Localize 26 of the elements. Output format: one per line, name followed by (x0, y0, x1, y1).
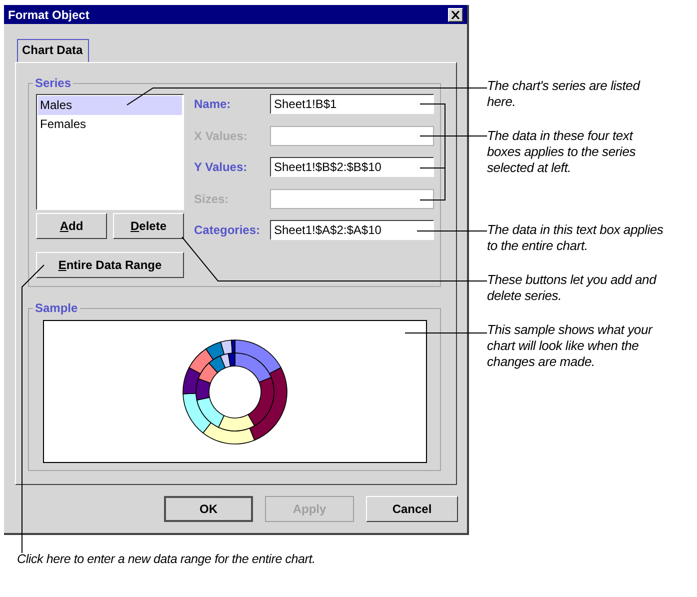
callout-text: This sample shows what your chart will look like when the changes are made. (487, 322, 654, 370)
input-field[interactable]: Sheet1!$B$2:$B$10 (270, 157, 434, 177)
callout-text: These buttons let you add and delete series. (487, 272, 658, 304)
input-field[interactable]: Sheet1!B$1 (270, 94, 434, 114)
input-field[interactable]: Sheet1!$A$2:$A$10 (270, 220, 434, 240)
field-label: Y Values: (194, 160, 248, 174)
series-button[interactable]: Add (36, 213, 107, 239)
tab[interactable]: Chart Data (17, 39, 89, 62)
caption-text: Click here to enter a new data range for the entire chart. (17, 552, 316, 566)
range-button[interactable]: Entire Data Range (36, 252, 184, 278)
callout-text: The chart's series are listed here. (487, 78, 642, 110)
leader-line (416, 230, 488, 232)
field-label: Name: (194, 97, 232, 111)
dialog-button[interactable]: OK (164, 496, 253, 522)
list-item[interactable]: Males (38, 96, 182, 115)
close-button[interactable] (448, 8, 463, 22)
group-title: Series (33, 76, 74, 90)
group-title: Sample (33, 301, 80, 315)
window-title: Format Object (8, 8, 90, 22)
series-button[interactable]: Delete (113, 213, 184, 239)
list-item[interactable]: Females (38, 115, 182, 134)
dialog-button[interactable]: Cancel (366, 496, 458, 522)
field-label: Categories: (194, 223, 262, 237)
close-icon (451, 10, 460, 18)
callout-text: The data in this text box applies to the entire chart. (487, 222, 664, 254)
callout-text: The data in these four text boxes applies to the series selected at left. (487, 128, 637, 176)
